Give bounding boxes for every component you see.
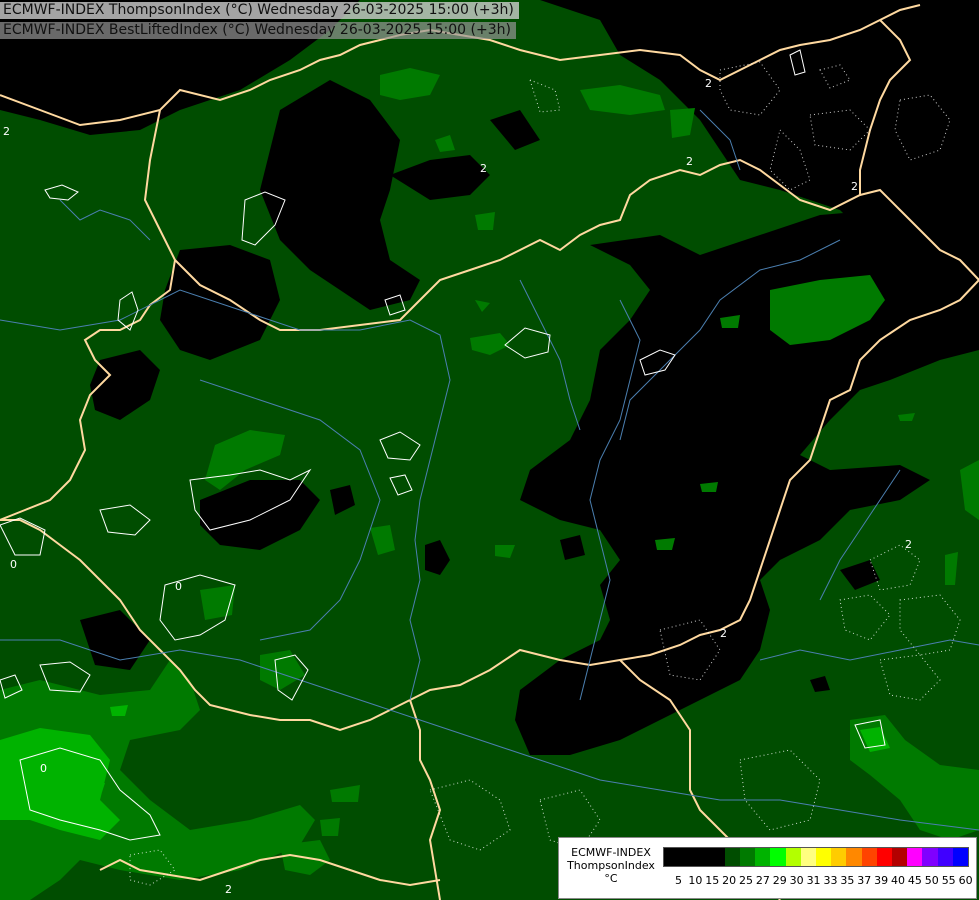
color-legend: ECMWF-INDEX ThompsonIndex °C 5 10 15 20 25 27… bbox=[558, 837, 977, 899]
legend-tick: 30 bbox=[789, 874, 804, 887]
legend-unit: °C bbox=[604, 872, 618, 885]
contour-label: 2 bbox=[686, 155, 693, 168]
legend-tick: 45 bbox=[907, 874, 922, 887]
legend-tick: 25 bbox=[739, 874, 753, 887]
legend-tick: 29 bbox=[772, 874, 787, 887]
legend-swatch bbox=[816, 848, 832, 866]
legend-tick: 60 bbox=[958, 874, 973, 887]
legend-swatch bbox=[952, 848, 969, 866]
map-title-thompson-index: ECMWF-INDEX ThompsonIndex (°C) Wednesday… bbox=[0, 2, 519, 19]
legend-swatch bbox=[922, 848, 938, 866]
legend-tick: 31 bbox=[806, 874, 821, 887]
legend-tick: 55 bbox=[941, 874, 956, 887]
contour-label: 2 bbox=[905, 538, 912, 551]
legend-tick: 27 bbox=[755, 874, 770, 887]
contour-label: 2 bbox=[720, 627, 727, 640]
legend-tick-labels: 5 10 15 20 25 27 29 30 31 33 35 37 39 40 45 50 55 60 bbox=[670, 874, 974, 887]
contour-label: 2 bbox=[3, 125, 10, 138]
contour-label: 0 bbox=[40, 762, 47, 775]
legend-tick: 35 bbox=[840, 874, 855, 887]
legend-tick: 20 bbox=[722, 874, 737, 887]
legend-swatch bbox=[800, 848, 817, 866]
legend-tick: 33 bbox=[823, 874, 838, 887]
legend-swatch bbox=[740, 848, 756, 866]
legend-parameter: ThompsonIndex bbox=[567, 859, 655, 872]
legend-swatch bbox=[831, 848, 847, 866]
legend-tick: 37 bbox=[857, 874, 872, 887]
legend-swatch bbox=[709, 848, 725, 866]
weather-map: 2 2 2 2 2 2 0 0 0 2 2 bbox=[0, 0, 979, 900]
contour-label: 2 bbox=[851, 180, 858, 193]
map-title-best-lifted-index: ECMWF-INDEX BestLiftedIndex (°C) Wednesd… bbox=[0, 22, 516, 39]
legend-swatch bbox=[724, 848, 741, 866]
legend-tick: 10 bbox=[688, 874, 703, 887]
legend-swatch bbox=[876, 848, 893, 866]
legend-swatch bbox=[770, 848, 786, 866]
contour-label: 2 bbox=[705, 77, 712, 90]
contour-label: 0 bbox=[175, 580, 182, 593]
legend-tick: 40 bbox=[891, 874, 906, 887]
contour-label: 2 bbox=[225, 883, 232, 896]
contour-label: 0 bbox=[10, 558, 17, 571]
legend-tick: 15 bbox=[705, 874, 720, 887]
legend-swatch bbox=[861, 848, 877, 866]
legend-swatch bbox=[679, 848, 695, 866]
legend-tick: 39 bbox=[874, 874, 889, 887]
legend-tick: 5 bbox=[674, 874, 682, 887]
legend-swatch bbox=[694, 848, 710, 866]
legend-swatch bbox=[755, 848, 771, 866]
legend-swatch bbox=[846, 848, 862, 866]
legend-swatch bbox=[664, 848, 680, 866]
legend-swatch bbox=[785, 848, 801, 866]
legend-color-bar bbox=[663, 847, 969, 867]
contour-label: 2 bbox=[480, 162, 487, 175]
legend-swatch bbox=[892, 848, 908, 866]
legend-swatch bbox=[937, 848, 953, 866]
legend-tick: 50 bbox=[924, 874, 939, 887]
legend-model: ECMWF-INDEX bbox=[571, 846, 651, 859]
legend-swatch bbox=[907, 848, 923, 866]
legend-product: ECMWF-INDEX ThompsonIndex °C bbox=[565, 846, 657, 885]
